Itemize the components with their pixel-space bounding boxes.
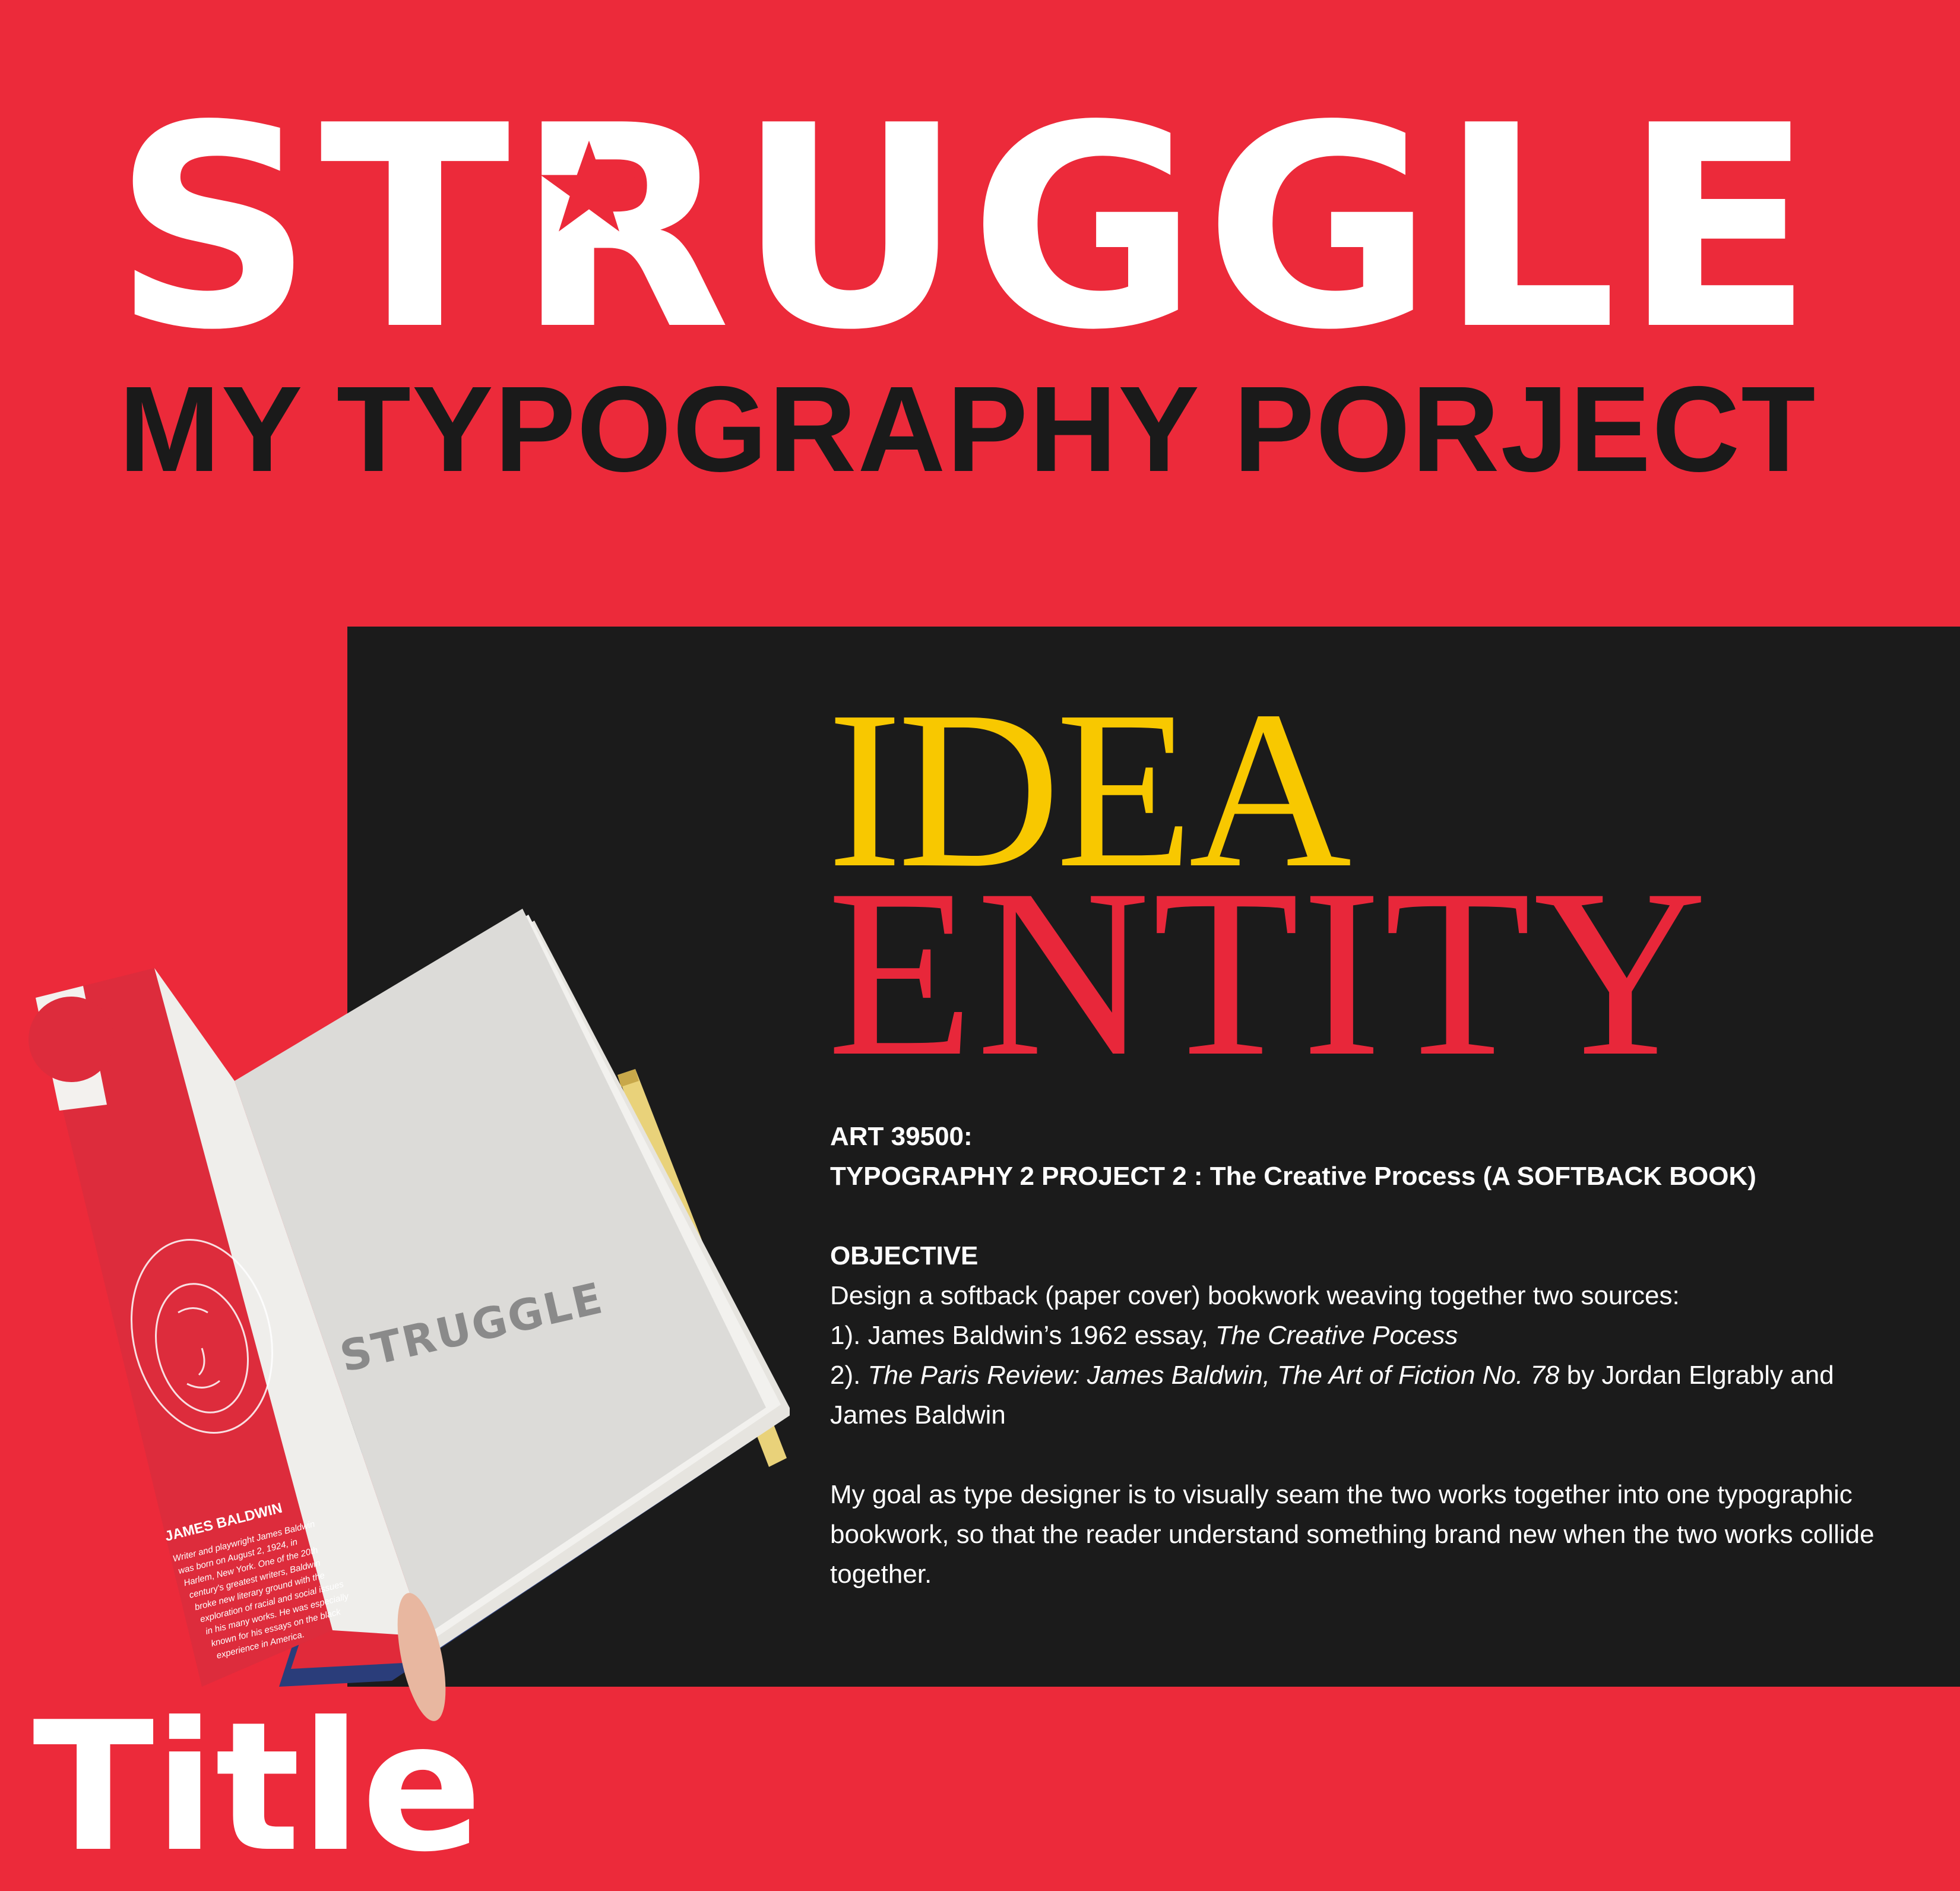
objective-heading: OBJECTIVE	[830, 1241, 979, 1270]
star-icon	[540, 140, 638, 232]
hero-title-end: UGGLE	[737, 66, 1820, 391]
project-brief: ART 39500: TYPOGRAPHY 2 PROJECT 2 : The …	[830, 1117, 1911, 1594]
book-photo: JAMES BALDWIN Writer and playwright Jame…	[29, 909, 790, 1721]
source-1-title: The Creative Pocess	[1215, 1321, 1458, 1350]
goal-statement: My goal as type designer is to visually …	[830, 1480, 1874, 1589]
course-code: ART 39500:	[830, 1122, 973, 1151]
section-title: Title	[33, 1684, 483, 1891]
hero-title-star-letter: R	[516, 66, 737, 391]
objective-intro: Design a softback (paper cover) bookwork…	[830, 1281, 1680, 1310]
entity-word: ENTITY	[827, 839, 1709, 1106]
hero-title: ST R UGGLE	[113, 89, 1853, 368]
source-2: 2). The Paris Review: James Baldwin, The…	[830, 1361, 1834, 1430]
page-subtitle: MY TYPOGRAPHY PORJECT	[119, 361, 1817, 497]
source-2-title: The Paris Review: James Baldwin, The Art…	[867, 1361, 1560, 1390]
source-1: 1). James Baldwin’s 1962 essay, The Crea…	[830, 1321, 1458, 1350]
hero-title-start: ST	[113, 66, 517, 391]
project-title: TYPOGRAPHY 2 PROJECT 2 : The Creative Pr…	[830, 1162, 1756, 1191]
